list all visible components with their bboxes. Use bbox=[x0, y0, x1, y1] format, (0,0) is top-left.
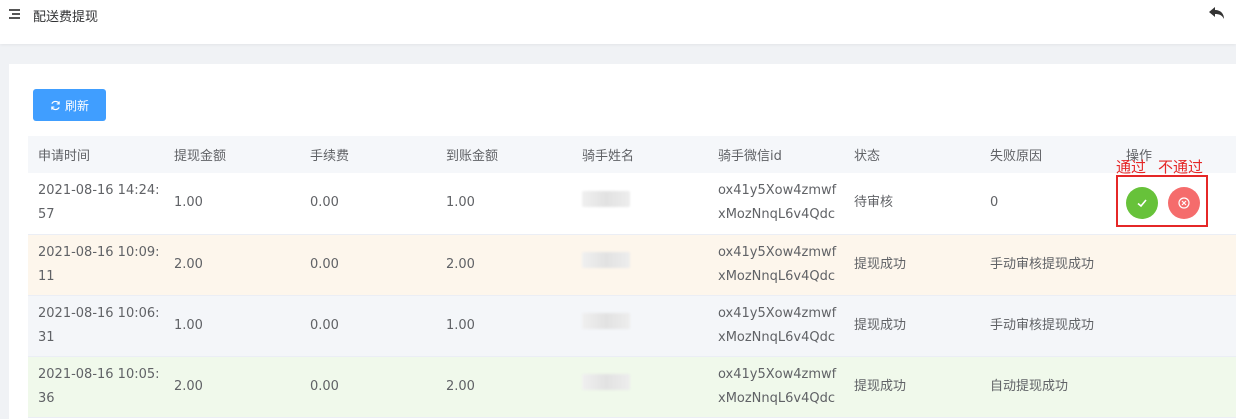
status-cell: 提现成功 bbox=[854, 378, 907, 394]
actions-cell bbox=[1116, 295, 1236, 356]
actions-cell bbox=[1116, 234, 1236, 295]
approve-button[interactable] bbox=[1126, 187, 1158, 219]
received-cell: 2.00 bbox=[446, 256, 475, 272]
reason-cell: 自动提现成功 bbox=[990, 378, 1069, 394]
rider-name-cell bbox=[572, 356, 708, 417]
top-bar: 配送费提现 bbox=[0, 0, 1236, 44]
wechat-id-cell: ox41y5Xow4zmwf xMozNnqL6v4Qdc bbox=[718, 183, 837, 223]
column-header: 骑手姓名 bbox=[582, 149, 635, 164]
fee-cell: 0.00 bbox=[310, 256, 339, 272]
received-cell: 1.00 bbox=[446, 317, 475, 333]
column-header: 到账金额 bbox=[446, 149, 499, 164]
refresh-icon bbox=[51, 100, 60, 110]
check-icon bbox=[1137, 199, 1147, 208]
column-header: 骑手微信id bbox=[718, 149, 782, 164]
status-cell: 待审核 bbox=[854, 195, 894, 211]
apply-time-cell: 2021-08-16 10:05: 36 bbox=[38, 366, 160, 406]
rider-name-cell bbox=[572, 295, 708, 356]
refresh-button[interactable]: 刷新 bbox=[33, 89, 106, 121]
approve-annotation: 通过 bbox=[1116, 158, 1147, 176]
apply-time-cell: 2021-08-16 10:09: 11 bbox=[38, 244, 160, 284]
column-header: 申请时间 bbox=[38, 149, 91, 164]
reject-annotation: 不通过 bbox=[1158, 158, 1204, 176]
table-row: 2021-08-16 10:06: 31 1.00 0.00 1.00 ox41y… bbox=[28, 295, 1236, 356]
fee-cell: 0.00 bbox=[310, 317, 339, 333]
apply-time-cell: 2021-08-16 14:24: 57 bbox=[38, 183, 160, 223]
amount-cell: 2.00 bbox=[174, 256, 203, 272]
rider-name-cell bbox=[572, 234, 708, 295]
status-cell: 提现成功 bbox=[854, 256, 907, 272]
fee-cell: 0.00 bbox=[310, 378, 339, 394]
wechat-id-cell: ox41y5Xow4zmwf xMozNnqL6v4Qdc bbox=[718, 305, 837, 345]
apply-time-cell: 2021-08-16 10:06: 31 bbox=[38, 305, 160, 345]
wechat-id-cell: ox41y5Xow4zmwf xMozNnqL6v4Qdc bbox=[718, 366, 837, 406]
back-arrow-icon[interactable] bbox=[1208, 5, 1226, 21]
table-row: 2021-08-16 10:05: 36 2.00 0.00 2.00 ox41y… bbox=[28, 356, 1236, 417]
refresh-label: 刷新 bbox=[64, 98, 89, 113]
column-header: 失败原因 bbox=[990, 149, 1043, 164]
blurred-name bbox=[582, 374, 630, 390]
column-header: 手续费 bbox=[310, 149, 350, 164]
received-cell: 1.00 bbox=[446, 195, 475, 211]
page-title: 配送费提现 bbox=[33, 10, 99, 25]
withdrawal-table: 申请时间 提现金额 手续费 到账金额 骑手姓名 骑手微信id 状态 失败原因 操… bbox=[28, 136, 1236, 418]
rider-name-cell bbox=[572, 173, 708, 234]
reason-cell: 手动审核提现成功 bbox=[990, 256, 1095, 272]
reason-cell: 手动审核提现成功 bbox=[990, 317, 1095, 333]
close-circle-icon bbox=[1178, 197, 1190, 209]
amount-cell: 1.00 bbox=[174, 195, 203, 211]
blurred-name bbox=[582, 252, 630, 268]
blurred-name bbox=[582, 190, 630, 207]
blurred-name bbox=[582, 313, 630, 329]
amount-cell: 1.00 bbox=[174, 317, 203, 333]
table-row: 2021-08-16 10:09: 11 2.00 0.00 2.00 ox41y… bbox=[28, 234, 1236, 295]
table-header: 申请时间 提现金额 手续费 到账金额 骑手姓名 骑手微信id 状态 失败原因 操… bbox=[28, 136, 1236, 173]
reject-button[interactable] bbox=[1168, 187, 1200, 219]
status-cell: 提现成功 bbox=[854, 317, 907, 333]
column-header: 提现金额 bbox=[174, 149, 227, 164]
table-row: 2021-08-16 14:24: 57 1.00 0.00 1.00 ox41y… bbox=[28, 173, 1236, 234]
column-header: 状态 bbox=[854, 149, 881, 164]
menu-icon[interactable] bbox=[9, 9, 20, 19]
amount-cell: 2.00 bbox=[174, 378, 203, 394]
actions-cell bbox=[1116, 356, 1236, 417]
reason-cell: 0 bbox=[990, 195, 999, 211]
fee-cell: 0.00 bbox=[310, 195, 339, 211]
received-cell: 2.00 bbox=[446, 378, 475, 394]
wechat-id-cell: ox41y5Xow4zmwf xMozNnqL6v4Qdc bbox=[718, 244, 837, 284]
